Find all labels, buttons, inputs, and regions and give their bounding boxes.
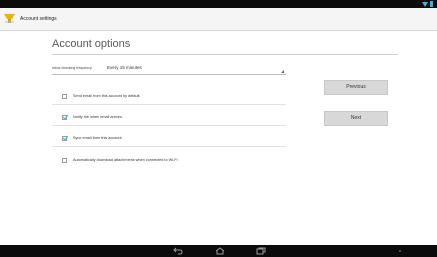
checkbox-auto-download[interactable] [62,158,67,163]
back-icon[interactable] [173,247,183,255]
status-icons [422,0,433,8]
navigation-bar [0,245,437,257]
spinner-underline [52,74,286,75]
option-notify[interactable]: Notify me when email arrives. [52,110,286,126]
inbox-frequency-spinner[interactable]: Inbox checking frequency Every 15 minute… [52,63,286,75]
checkbox-send-default[interactable] [62,94,67,99]
option-label: Notify me when email arrives. [73,115,123,119]
status-bar [0,0,437,8]
wifi-icon [422,1,428,7]
recent-apps-icon[interactable] [256,247,266,255]
option-label: Send email from this account by default. [73,94,141,98]
option-auto-download[interactable]: Automatically download attachments when … [52,153,286,169]
option-divider [52,125,286,126]
option-sync[interactable]: Sync email from this account. [52,131,286,147]
checkbox-notify[interactable] [62,115,67,120]
action-bar: Account settings [0,8,437,31]
inbox-frequency-value[interactable]: Every 15 minutes [107,65,142,70]
menu-dots-icon[interactable] [398,247,402,255]
option-send-default[interactable]: Send email from this account by default. [52,89,286,105]
title-divider [52,54,398,55]
option-divider [52,104,286,105]
home-icon[interactable] [215,247,225,255]
action-bar-title: Account settings [20,16,57,22]
inbox-frequency-label: Inbox checking frequency [52,66,92,70]
previous-button[interactable]: Previous [324,80,388,95]
battery-icon [430,1,433,7]
option-label: Automatically download attachments when … [73,158,178,162]
settings-wrench-icon[interactable] [3,11,16,24]
option-label: Sync email from this account. [73,136,123,140]
next-button[interactable]: Next [324,111,388,126]
checkbox-sync[interactable] [62,136,67,141]
option-divider [52,146,286,147]
spinner-caret-icon [281,70,284,73]
page-title: Account options [52,38,131,50]
